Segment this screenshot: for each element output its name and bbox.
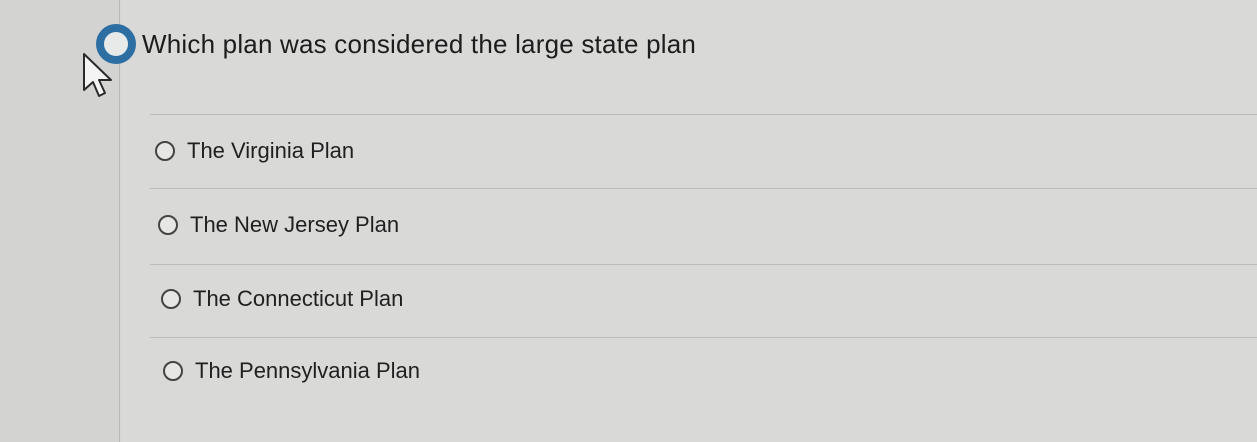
option-virginia-plan[interactable]: The Virginia Plan bbox=[155, 138, 354, 164]
divider bbox=[150, 264, 1257, 265]
divider bbox=[150, 337, 1257, 338]
option-label: The Virginia Plan bbox=[187, 138, 355, 163]
mouse-pointer-icon bbox=[83, 53, 112, 97]
divider bbox=[150, 188, 1257, 189]
option-connecticut-plan[interactable]: The Connecticut Plan bbox=[161, 286, 403, 312]
radio-button-icon[interactable] bbox=[163, 361, 183, 381]
radio-button-icon[interactable] bbox=[158, 215, 178, 235]
question-text: Which plan was considered the large stat… bbox=[142, 28, 697, 59]
option-new-jersey-plan[interactable]: The New Jersey Plan bbox=[158, 212, 399, 238]
option-label: The Connecticut Plan bbox=[193, 286, 404, 311]
option-pennsylvania-plan[interactable]: The Pennsylvania Plan bbox=[163, 358, 420, 384]
radio-button-icon[interactable] bbox=[161, 289, 181, 309]
divider bbox=[150, 114, 1257, 115]
question-header: Which plan was considered the large stat… bbox=[96, 24, 696, 64]
option-label: The New Jersey Plan bbox=[190, 212, 400, 237]
option-label: The Pennsylvania Plan bbox=[195, 358, 421, 383]
radio-button-icon[interactable] bbox=[155, 141, 175, 161]
